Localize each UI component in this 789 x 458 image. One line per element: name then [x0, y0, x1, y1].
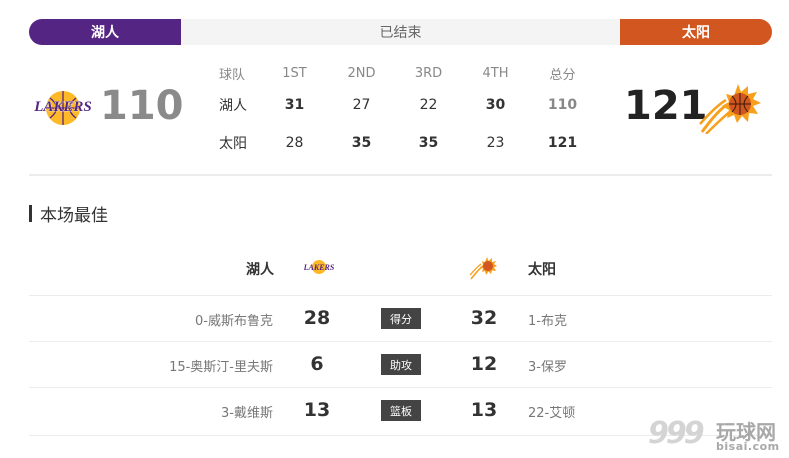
- header-q3: 3RD: [414, 65, 443, 81]
- home-total-score: 110: [100, 83, 184, 129]
- row-q1: 31: [284, 97, 305, 113]
- home-stat-value: 13: [303, 399, 331, 421]
- home-player-name[interactable]: 3-戴维斯: [221, 402, 273, 421]
- home-stat-value: 28: [303, 307, 331, 329]
- lakers-wordmark: LAKERS: [33, 99, 92, 115]
- watermark-digits: 999: [648, 416, 705, 451]
- best-away-team-name[interactable]: 太阳: [528, 259, 556, 279]
- row-q3: 35: [418, 135, 439, 151]
- best-stat-row-assists: 15-奥斯汀-里夫斯 6 助攻 12 3-保罗: [29, 341, 772, 387]
- away-team-pill[interactable]: 太阳: [620, 19, 772, 45]
- lakers-mini-logo-icon[interactable]: LAKERS: [304, 258, 334, 276]
- row-q3: 22: [419, 97, 438, 113]
- row-q4: 23: [486, 135, 505, 151]
- away-player-name[interactable]: 3-保罗: [528, 356, 567, 375]
- best-section-title-text: 本场最佳: [40, 205, 108, 226]
- stat-type-badge: 得分: [381, 308, 421, 329]
- header-team: 球队: [219, 67, 246, 83]
- stat-type-badge: 篮板: [381, 400, 421, 421]
- row-total: 110: [547, 97, 578, 113]
- best-stat-row-points: 0-威斯布鲁克 28 得分 32 1-布克: [29, 295, 772, 341]
- away-player-name[interactable]: 22-艾顿: [528, 402, 575, 421]
- watermark-url: bisai.com: [716, 440, 780, 453]
- suns-mini-logo-icon[interactable]: [469, 256, 497, 280]
- home-stat-value: 6: [310, 353, 324, 375]
- row-q1: 28: [285, 135, 304, 151]
- quarter-header-row: 球队 1ST 2ND 3RD 4TH 总分: [205, 60, 596, 86]
- away-player-name[interactable]: 1-布克: [528, 310, 567, 329]
- header-q4: 4TH: [482, 65, 509, 81]
- row-team-name[interactable]: 湖人: [205, 86, 261, 124]
- game-status-bar: 湖人 已结束 太阳: [29, 19, 772, 45]
- suns-logo-icon[interactable]: [698, 82, 762, 134]
- header-total: 总分: [549, 67, 576, 83]
- best-section-title: 本场最佳: [29, 202, 108, 226]
- quarter-score-table: 球队 1ST 2ND 3RD 4TH 总分 湖人 31 27 22 30 110…: [205, 60, 596, 162]
- row-q2: 27: [352, 97, 371, 113]
- stat-type-badge: 助攻: [381, 354, 421, 375]
- header-q1: 1ST: [282, 65, 307, 81]
- row-q4: 30: [485, 97, 506, 113]
- row-team-name[interactable]: 太阳: [205, 124, 261, 162]
- away-total-score: 121: [624, 83, 708, 129]
- section-divider: [29, 174, 772, 176]
- away-stat-value: 13: [470, 399, 498, 421]
- best-home-team-name[interactable]: 湖人: [246, 259, 274, 279]
- away-stat-value: 12: [470, 353, 498, 375]
- home-player-name[interactable]: 15-奥斯汀-里夫斯: [169, 356, 273, 375]
- row-total: 121: [547, 135, 578, 151]
- game-state-label: 已结束: [379, 25, 422, 41]
- best-header-row: 湖人 LAKERS 太阳: [29, 250, 772, 286]
- lakers-mini-wordmark: LAKERS: [304, 263, 334, 272]
- lakers-logo-icon[interactable]: LAKERS: [33, 84, 93, 130]
- home-team-pill[interactable]: 湖人: [29, 19, 181, 45]
- home-player-name[interactable]: 0-威斯布鲁克: [195, 310, 273, 329]
- away-stat-value: 32: [470, 307, 498, 329]
- site-watermark: 999 玩球网 bisai.com: [648, 414, 788, 456]
- title-accent-bar: [29, 204, 32, 222]
- header-q2: 2ND: [347, 65, 376, 81]
- quarter-row-away: 太阳 28 35 35 23 121: [205, 124, 596, 162]
- row-q2: 35: [351, 135, 372, 151]
- quarter-row-home: 湖人 31 27 22 30 110: [205, 86, 596, 124]
